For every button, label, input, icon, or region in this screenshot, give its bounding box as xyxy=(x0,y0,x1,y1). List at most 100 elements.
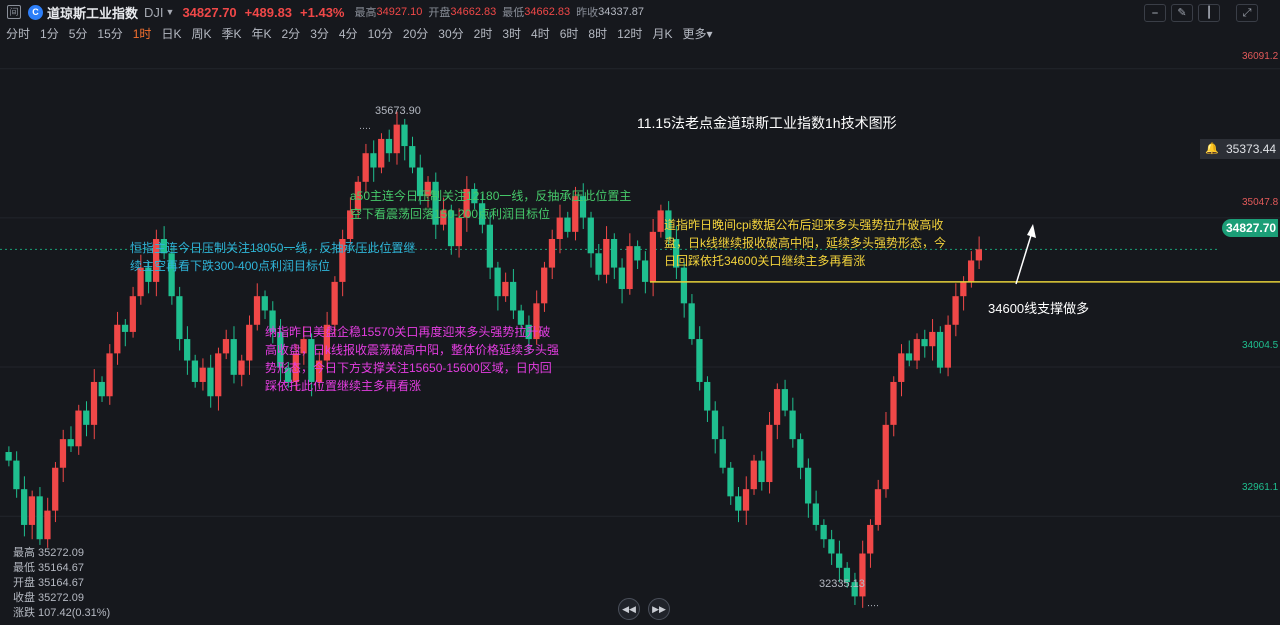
timeframe-bar: 分时 1分 5分 15分 1时 日K 周K 季K 年K 2分 3分 4分 10分 20分 30分 2时 3时 4时… xyxy=(0,25,716,43)
line-tool-icon[interactable]: ⎯ xyxy=(1144,4,1166,22)
candle-body xyxy=(618,267,625,290)
bell-icon[interactable]: 🔔 xyxy=(1205,142,1219,155)
candle-body xyxy=(261,296,268,311)
candle-body xyxy=(781,389,788,411)
candle-icon[interactable]: ┃ xyxy=(1198,4,1220,22)
candle-body xyxy=(253,296,261,325)
timeframe-item[interactable]: 季K xyxy=(221,25,241,43)
candle-body xyxy=(378,138,385,168)
candle-body xyxy=(52,467,59,511)
scroll-left-button[interactable]: ◀◀ xyxy=(618,598,640,620)
timeframe-item[interactable]: 3分 xyxy=(310,25,329,43)
stat-change: 涨跌 107.42(0.31%) xyxy=(13,607,111,619)
timeframe-item[interactable]: 30分 xyxy=(438,25,463,43)
candle-body xyxy=(967,260,975,282)
open-value: 34662.83 xyxy=(450,6,497,18)
candle-stats-panel: 最高 35272.09 最低 35164.67 开盘 35164.67 收盘 3… xyxy=(13,546,110,621)
candle-body xyxy=(944,324,951,368)
candle-body xyxy=(199,367,206,382)
candle-body xyxy=(502,281,509,297)
candle-body xyxy=(98,381,105,397)
candle-body xyxy=(804,467,812,504)
timeframe-item[interactable]: 4分 xyxy=(339,25,358,43)
candle-body xyxy=(215,353,222,397)
low-value: 34662.83 xyxy=(524,6,571,18)
timeframe-item[interactable]: 更多▾ xyxy=(682,25,712,43)
candle-body xyxy=(789,410,796,440)
timeframe-item[interactable]: 4时 xyxy=(531,25,550,43)
candle-body xyxy=(634,246,641,261)
timeframe-item[interactable]: 月K xyxy=(652,25,672,43)
timeframe-item[interactable]: 2分 xyxy=(282,25,301,43)
hang-seng-annotation: 恒指主连今日压制关注18050一线，反抽承压此位置继续主空再看下跌300-400… xyxy=(130,241,416,273)
y-tick-2: 35047.8 xyxy=(1242,197,1279,208)
candle-body xyxy=(727,467,734,497)
candle-body xyxy=(929,331,936,347)
candle-body xyxy=(719,439,726,468)
dow-annotation: 道指昨日晚间cpi数据公布后迎来多头强势拉升破高收盘，日k线继续报收破高中阳，延… xyxy=(664,218,947,268)
candle-body xyxy=(696,339,703,382)
open-label: 开盘 xyxy=(428,7,451,19)
candle-body xyxy=(610,239,618,268)
timeframe-item[interactable]: 分时 xyxy=(6,25,30,43)
candle-body xyxy=(882,424,889,490)
prev-close-value: 34337.87 xyxy=(598,6,645,18)
candle-body xyxy=(331,281,338,325)
scroll-right-button[interactable]: ▶▶ xyxy=(648,598,670,620)
timeframe-item[interactable]: 日K xyxy=(161,25,181,43)
candle-body xyxy=(44,510,51,540)
candle-body xyxy=(67,439,74,447)
chart-area[interactable]: 36091.2 35047.8 34004.5 32961.1 35373.44… xyxy=(0,46,1280,625)
candle-body xyxy=(867,524,874,554)
timeframe-item[interactable]: 1时 xyxy=(133,25,152,43)
candle-body xyxy=(797,439,804,468)
candle-body xyxy=(90,381,98,425)
timeframe-item[interactable]: 2时 xyxy=(474,25,493,43)
expand-icon[interactable]: ⤢ xyxy=(1236,4,1258,22)
timeframe-item[interactable]: 15分 xyxy=(97,25,122,43)
candle-body xyxy=(59,439,67,468)
timeframe-item[interactable]: 5分 xyxy=(69,25,88,43)
pen-icon[interactable]: ✎ xyxy=(1171,4,1193,22)
nasdaq-annotation: 纳指昨日美盘企稳15570关口再度迎来多头强势拉升破高收盘，日k线报收震荡破高中… xyxy=(265,325,560,393)
candle-body xyxy=(711,410,719,440)
prev-close-label: 昨收 xyxy=(576,7,599,19)
timeframe-item[interactable]: 20分 xyxy=(403,25,428,43)
candle-body xyxy=(626,246,633,290)
symbol-name: 道琼斯工业指数 xyxy=(47,5,139,21)
chevron-down-icon[interactable]: ▼ xyxy=(166,7,175,17)
candle-body xyxy=(905,353,913,361)
candle-body xyxy=(766,424,773,483)
high-label: 最高 xyxy=(354,7,377,19)
candle-body xyxy=(5,452,12,461)
timeframe-item[interactable]: 3时 xyxy=(502,25,521,43)
candle-body xyxy=(758,460,765,483)
candle-body xyxy=(704,381,711,411)
timeframe-item[interactable]: 6时 xyxy=(560,25,579,43)
candle-body xyxy=(874,489,882,525)
candle-body xyxy=(230,339,237,375)
candle-body xyxy=(735,496,742,511)
candle-body xyxy=(960,281,967,297)
timeframe-item[interactable]: 年K xyxy=(251,25,271,43)
period-low-label: 32335.13 xyxy=(819,578,865,590)
high-value: 34927.10 xyxy=(376,6,423,18)
timeframe-item[interactable]: 1分 xyxy=(40,25,59,43)
timeframe-item[interactable]: 12时 xyxy=(617,25,642,43)
candle-body xyxy=(649,231,656,282)
timeframe-item[interactable]: 10分 xyxy=(368,25,393,43)
candle-body xyxy=(409,146,416,168)
candle-body xyxy=(494,267,501,297)
candle-body xyxy=(129,296,136,332)
symbol-logo-icon: C xyxy=(28,4,43,20)
panel-toggle-icon[interactable]: 间 xyxy=(7,5,21,19)
candle-body xyxy=(21,489,28,525)
candle-body xyxy=(106,353,113,397)
timeframe-item[interactable]: 8时 xyxy=(588,25,607,43)
timeframe-item[interactable]: 周K xyxy=(191,25,211,43)
symbol-code[interactable]: DJI xyxy=(144,5,164,20)
stat-high: 最高 35272.09 xyxy=(13,547,84,559)
candle-body xyxy=(207,367,214,397)
candle-body xyxy=(898,353,905,382)
price-change-pct: +1.43% xyxy=(300,4,345,20)
